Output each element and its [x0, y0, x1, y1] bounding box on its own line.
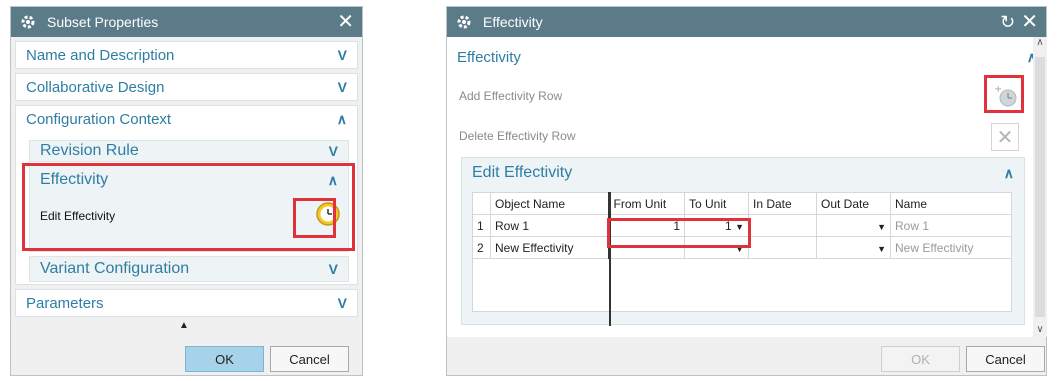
column-header[interactable]: In Date	[748, 192, 817, 215]
subsection-label: Revision Rule	[40, 142, 139, 159]
clock-icon[interactable]	[315, 201, 341, 227]
cell-name[interactable]: New Effectivity	[890, 236, 1012, 259]
cell-to-unit[interactable]: 1 ▼	[684, 214, 749, 237]
chevron-down-icon[interactable]: V	[329, 261, 338, 277]
table-row[interactable]: 2 New Effectivity ▼ ▼ New Effectivity	[472, 236, 1012, 259]
collapse-up-icon[interactable]: ▲	[179, 320, 189, 331]
section-label: Parameters	[26, 294, 104, 312]
column-header[interactable]: To Unit	[684, 192, 749, 215]
dropdown-arrow-icon[interactable]: ▼	[877, 244, 886, 254]
section-label: Configuration Context	[26, 110, 172, 128]
subsection-label: Effectivity	[40, 171, 109, 188]
dropdown-arrow-icon[interactable]: ▼	[735, 222, 744, 232]
gear-icon	[455, 13, 473, 31]
table-row[interactable]: 1 Row 1 1 1 ▼ ▼ Row 1	[472, 214, 1012, 237]
titlebar[interactable]: Effectivity ↻ ✕	[447, 7, 1046, 37]
ok-button[interactable]: OK	[881, 346, 960, 372]
section-label: Collaborative Design	[26, 78, 165, 96]
column-header[interactable]: Name	[890, 192, 1012, 215]
add-effectivity-row-label: Add Effectivity Row	[459, 89, 563, 103]
dropdown-arrow-icon[interactable]: ▼	[735, 244, 744, 254]
table-header-row: Object Name From Unit To Unit In Date Ou…	[472, 192, 1012, 215]
column-header[interactable]: Object Name	[490, 192, 609, 215]
chevron-up-icon[interactable]: ∧	[337, 111, 347, 128]
scrollbar[interactable]: ∧ ∨	[1033, 37, 1047, 337]
row-number: 1	[472, 214, 491, 237]
subsection-revision-rule[interactable]: Revision Rule V	[29, 140, 349, 162]
effectivity-table: Object Name From Unit To Unit In Date Ou…	[472, 192, 1012, 259]
subsection-variant-configuration[interactable]: Variant Configuration V	[29, 256, 349, 282]
gear-icon	[19, 13, 37, 31]
section-name-description[interactable]: Name and Description V	[15, 41, 358, 69]
cell-to-unit[interactable]: ▼	[684, 236, 749, 259]
scroll-down-icon[interactable]: ∨	[1033, 324, 1047, 335]
dialog-title: Effectivity	[483, 14, 543, 30]
cell-value: 1	[725, 218, 732, 233]
cancel-button[interactable]: Cancel	[966, 346, 1045, 372]
cell-object-name[interactable]: Row 1	[490, 214, 609, 237]
cell-object-name[interactable]: New Effectivity	[490, 236, 609, 259]
cell-value: 1	[673, 218, 680, 233]
cell-from-unit[interactable]	[607, 236, 685, 259]
dialog-title: Subset Properties	[47, 14, 159, 30]
section-label: Edit Effectivity	[472, 164, 573, 181]
cell-in-date[interactable]	[748, 214, 817, 237]
subsection-label: Variant Configuration	[40, 260, 190, 277]
section-parameters[interactable]: Parameters V	[15, 289, 358, 317]
ok-button[interactable]: OK	[185, 346, 264, 372]
column-header[interactable]: Out Date	[816, 192, 891, 215]
delete-row-icon[interactable]: ✕	[991, 123, 1019, 151]
chevron-down-icon[interactable]: V	[338, 47, 347, 63]
chevron-up-icon[interactable]: ∧	[1004, 165, 1014, 182]
close-icon[interactable]: ✕	[337, 12, 354, 32]
cell-from-unit[interactable]: 1	[607, 214, 685, 237]
table-divider	[609, 192, 611, 326]
column-header	[472, 192, 491, 215]
cell-out-date[interactable]: ▼	[816, 236, 891, 259]
row-number: 2	[472, 236, 491, 259]
cell-out-date[interactable]: ▼	[816, 214, 891, 237]
edit-effectivity-label: Edit Effectivity	[40, 209, 116, 223]
chevron-down-icon[interactable]: V	[338, 79, 347, 95]
close-icon[interactable]: ✕	[1021, 12, 1038, 32]
scroll-thumb[interactable]	[1035, 57, 1045, 317]
section-configuration-context: Configuration Context ∧ Revision Rule V …	[15, 105, 358, 285]
subset-properties-dialog: Subset Properties ✕ Name and Description…	[10, 6, 363, 376]
dropdown-arrow-icon[interactable]: ▼	[877, 222, 886, 232]
titlebar[interactable]: Subset Properties ✕	[11, 7, 362, 37]
scroll-up-icon[interactable]: ∧	[1033, 37, 1047, 48]
cell-in-date[interactable]	[748, 236, 817, 259]
cancel-button[interactable]: Cancel	[270, 346, 349, 372]
cell-name[interactable]: Row 1	[890, 214, 1012, 237]
add-row-icon[interactable]: +	[993, 83, 1019, 109]
section-effectivity-header[interactable]: Effectivity ∧	[447, 45, 1047, 69]
reset-icon[interactable]: ↻	[1000, 12, 1015, 32]
section-edit-effectivity: Edit Effectivity ∧ Object Name From Unit…	[461, 157, 1025, 326]
effectivity-dialog: Effectivity ↻ ✕ Effectivity ∧ ∧ ∨ Add Ef…	[446, 6, 1047, 376]
edit-effectivity-header[interactable]: Edit Effectivity ∧	[462, 158, 1024, 188]
section-collaborative-design[interactable]: Collaborative Design V	[15, 73, 358, 101]
column-header[interactable]: From Unit	[607, 192, 685, 215]
section-label: Name and Description	[26, 46, 175, 64]
chevron-down-icon[interactable]: V	[329, 143, 338, 159]
delete-effectivity-row-label: Delete Effectivity Row	[459, 129, 576, 143]
chevron-down-icon[interactable]: V	[338, 295, 347, 311]
subsection-effectivity: Effectivity ∧ Edit Effectivity	[29, 164, 349, 252]
section-label: Effectivity	[457, 48, 521, 66]
chevron-up-icon[interactable]: ∧	[328, 172, 338, 189]
